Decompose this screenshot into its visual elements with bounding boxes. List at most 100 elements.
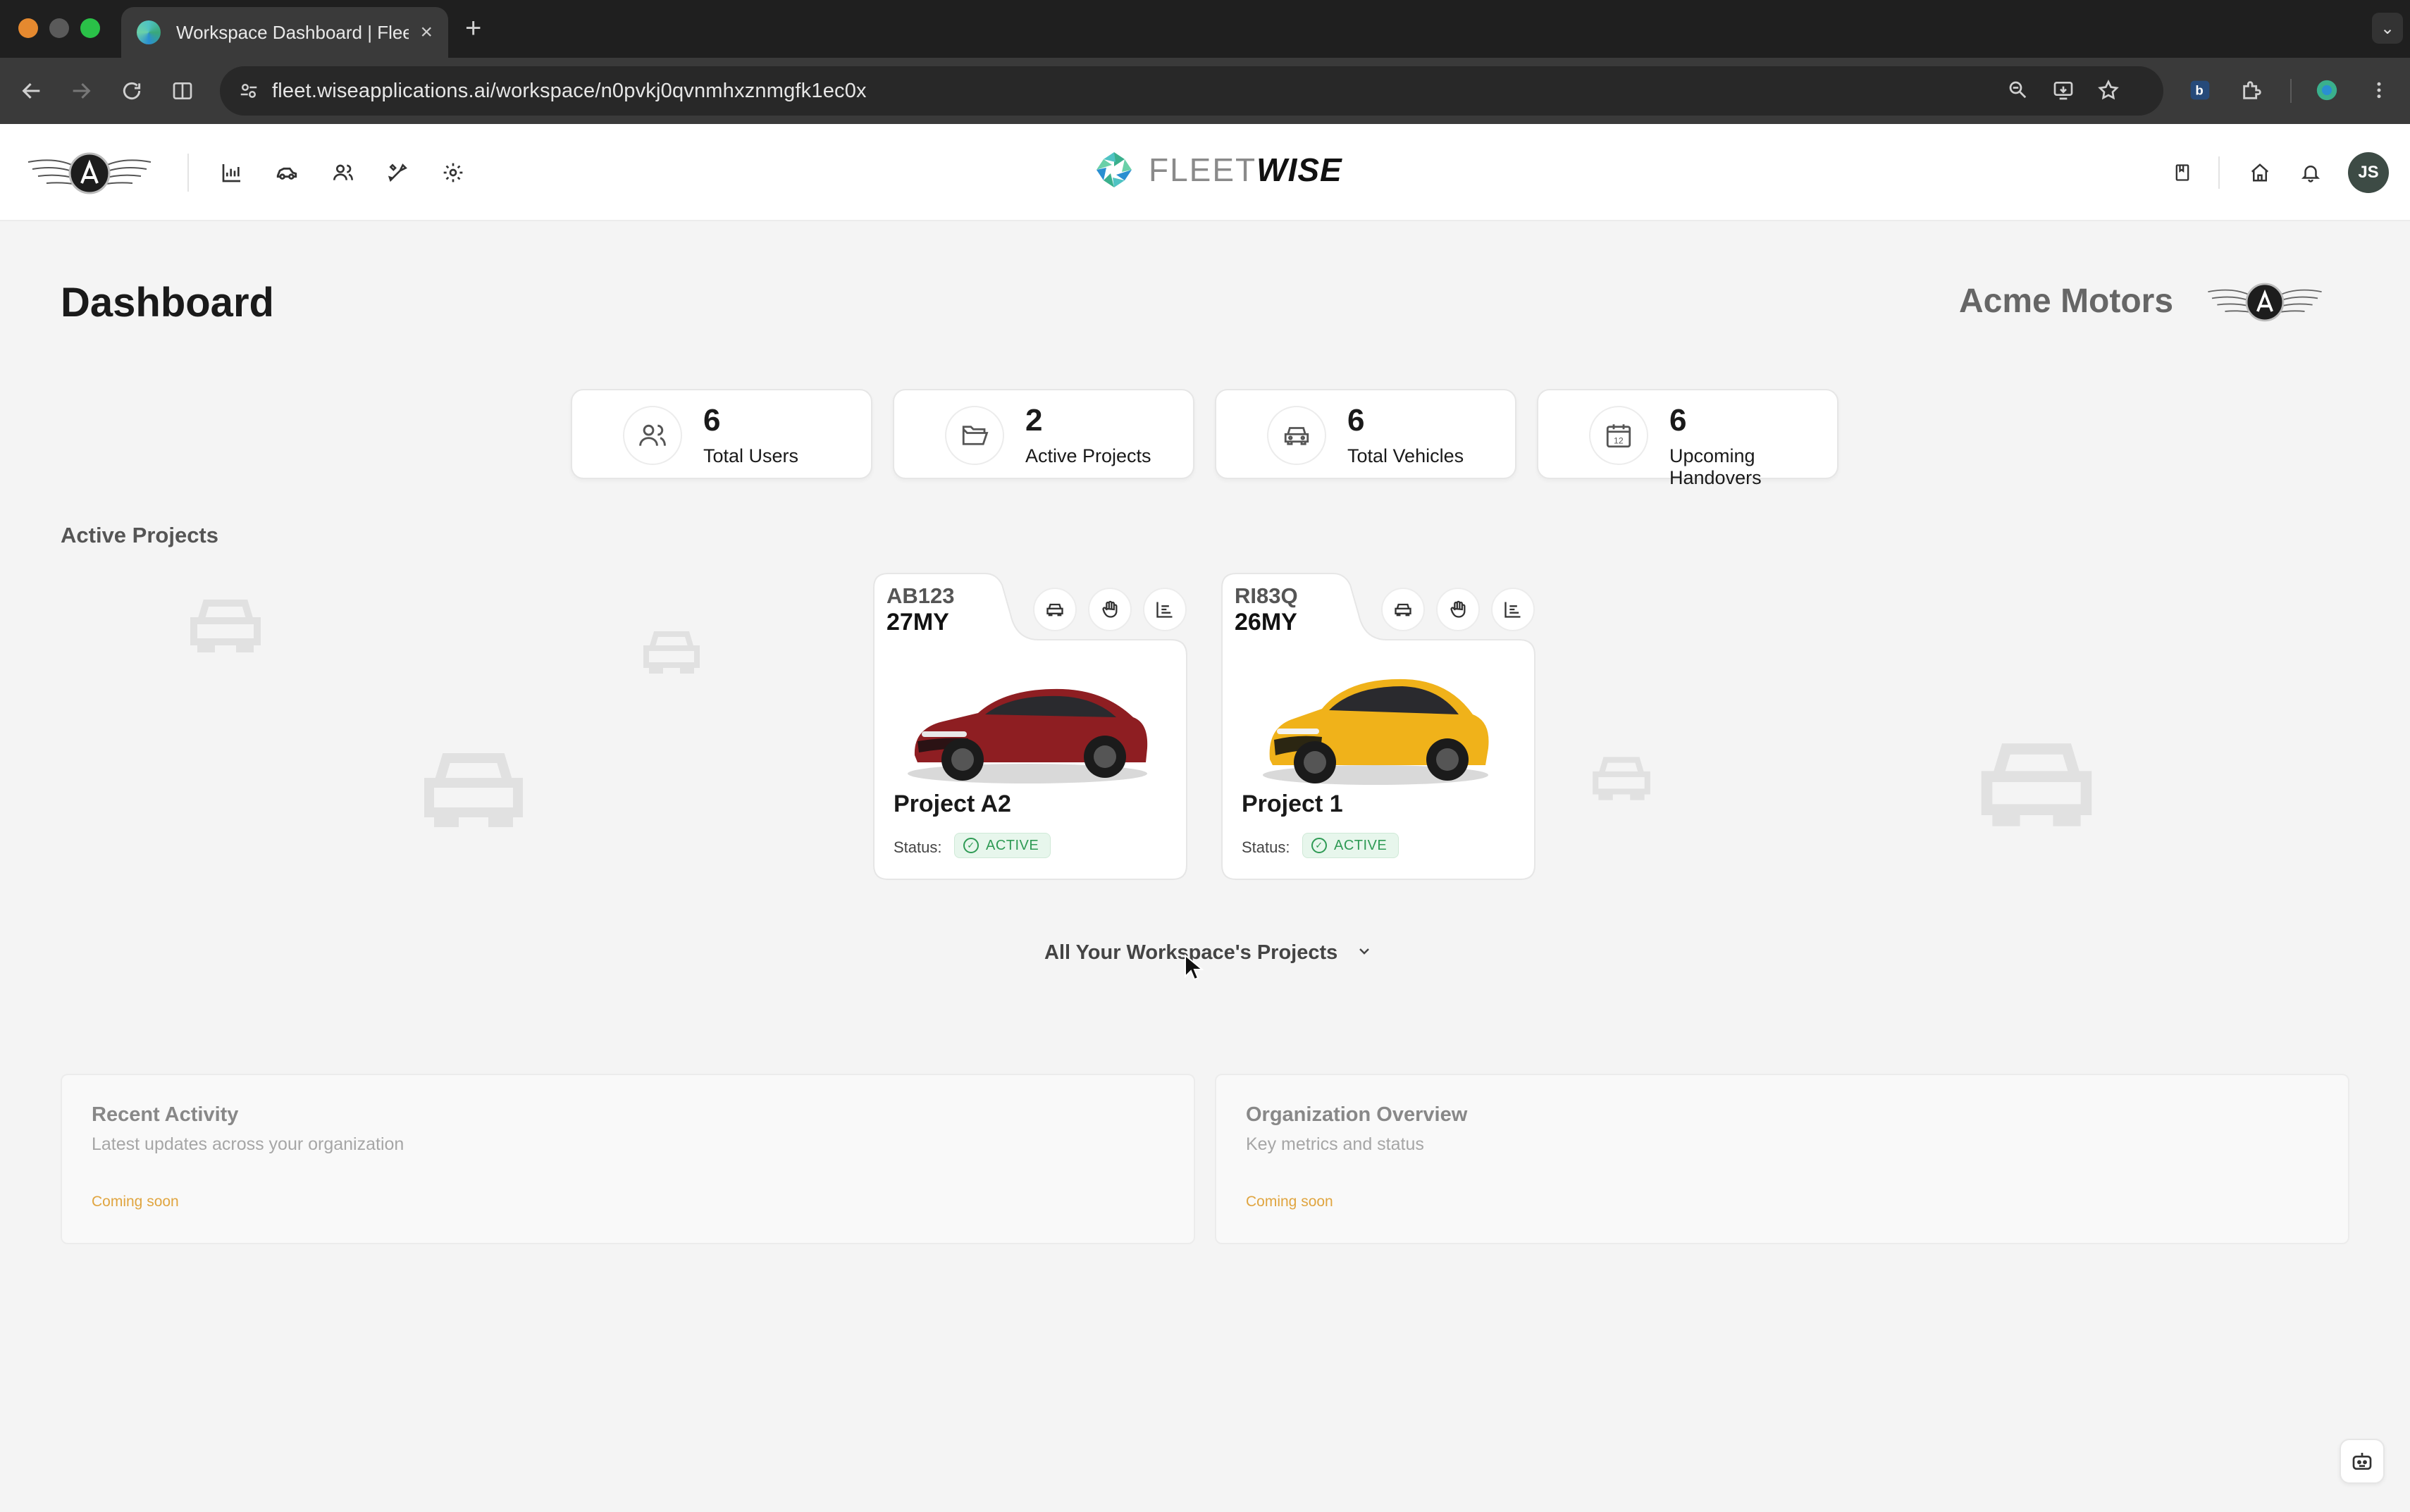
status-label: Status:	[894, 838, 942, 856]
home-icon[interactable]	[2244, 156, 2276, 189]
panel-title: Recent Activity	[92, 1103, 239, 1126]
profile-fleetwise-icon[interactable]	[2311, 75, 2342, 106]
tab-close-icon[interactable]: ×	[420, 20, 433, 44]
browser-menu-kebab-icon[interactable]	[2363, 75, 2394, 106]
page-title: Dashboard	[61, 280, 274, 326]
bot-icon	[2352, 1453, 2372, 1470]
stat-label: Total Users	[703, 445, 799, 466]
bookmark-star-icon[interactable]	[2097, 79, 2120, 107]
header-divider	[187, 154, 189, 192]
forward-arrow-icon[interactable]	[63, 73, 99, 109]
background-car-icon	[1593, 757, 1650, 800]
project-car-image	[1263, 678, 1489, 785]
organization-overview-panel: Organization Overview Key metrics and st…	[1215, 1074, 2349, 1244]
fleetwise-logo-icon	[1096, 152, 1132, 187]
assistant-bot-button[interactable]	[2340, 1439, 2385, 1484]
install-app-icon[interactable]	[2052, 79, 2075, 107]
users-icon	[623, 406, 682, 465]
check-circle-icon: ✓	[1311, 838, 1327, 853]
extensions-puzzle-icon[interactable]	[2237, 75, 2268, 106]
bell-icon[interactable]	[2294, 156, 2327, 189]
folder-icon	[945, 406, 1004, 465]
stat-card-active-projects[interactable]: 2 Active Projects	[893, 389, 1194, 479]
project-name: Project 1	[1242, 791, 1343, 817]
users-icon[interactable]	[327, 156, 359, 189]
window-maximize-button[interactable]	[80, 18, 100, 38]
user-avatar[interactable]: JS	[2348, 152, 2389, 193]
project-handover-button[interactable]	[1436, 588, 1480, 631]
stat-label: Upcoming Handovers	[1669, 445, 1762, 488]
window-close-button[interactable]	[18, 18, 38, 38]
project-vehicles-button[interactable]	[1381, 588, 1425, 631]
project-card-a2[interactable]: AB123 27MY Project A2 Status: ✓ ACTIVE	[872, 572, 1188, 881]
header-divider-right	[2218, 156, 2220, 189]
svg-text:12: 12	[1614, 435, 1624, 445]
stat-card-upcoming-handovers[interactable]: 12 6 Upcoming Handovers	[1537, 389, 1839, 488]
site-settings-icon[interactable]	[235, 78, 262, 104]
coming-soon-text: Coming soon	[1246, 1194, 1333, 1210]
browser-toolbar: fleet.wiseapplications.ai/workspace/n0pv…	[0, 58, 2410, 124]
status-badge: ✓ ACTIVE	[954, 833, 1051, 858]
stat-label: Total Vehicles	[1347, 445, 1464, 466]
stat-value: 2	[1025, 403, 1043, 438]
stat-card-total-users[interactable]: 6 Total Users	[571, 389, 872, 479]
brand-wise-text: WISE	[1256, 151, 1342, 188]
reload-icon[interactable]	[114, 73, 149, 109]
url-text[interactable]: fleet.wiseapplications.ai/workspace/n0pv…	[272, 80, 867, 103]
fleetwise-brand[interactable]: FLEET WISE	[1094, 149, 1342, 190]
calendar-icon: 12	[1589, 406, 1648, 465]
acme-wing-logo[interactable]	[23, 144, 156, 202]
status-value: ACTIVE	[986, 837, 1039, 853]
tab-search-chevron-icon[interactable]: ⌄	[2372, 13, 2403, 44]
chevron-down-icon	[1356, 943, 1373, 964]
browser-tab-bar: Workspace Dashboard | FleetWise × + ⌄	[0, 0, 2410, 58]
toolbar-divider	[2290, 79, 2292, 103]
project-model-year: 27MY	[886, 609, 949, 636]
project-reports-button[interactable]	[1143, 588, 1187, 631]
background-car-icon	[424, 753, 523, 827]
project-car-image	[908, 688, 1148, 783]
organization-name: Acme Motors	[1959, 283, 2174, 320]
address-bar[interactable]: fleet.wiseapplications.ai/workspace/n0pv…	[220, 66, 2163, 116]
stat-card-total-vehicles[interactable]: 6 Total Vehicles	[1215, 389, 1516, 479]
status-value: ACTIVE	[1334, 837, 1388, 853]
window-minimize-button[interactable]	[49, 18, 69, 38]
zoom-icon[interactable]	[2007, 79, 2028, 106]
fleetwise-favicon-icon	[137, 20, 161, 44]
browser-tab-active[interactable]: Workspace Dashboard | FleetWise ×	[121, 7, 448, 58]
mouse-pointer-icon	[1185, 954, 1204, 981]
background-car-icon	[643, 631, 700, 674]
panel-subtitle: Key metrics and status	[1246, 1134, 1424, 1154]
back-arrow-icon[interactable]	[14, 73, 49, 109]
project-name: Project A2	[894, 791, 1011, 817]
car-icon	[1267, 406, 1326, 465]
coming-soon-text: Coming soon	[92, 1194, 179, 1210]
extension-b-icon[interactable]: b	[2185, 75, 2216, 106]
check-circle-icon: ✓	[963, 838, 979, 853]
vehicle-icon[interactable]	[271, 156, 303, 189]
project-model-year: 26MY	[1235, 609, 1297, 636]
background-car-icon	[190, 600, 261, 652]
recent-activity-panel: Recent Activity Latest updates across yo…	[61, 1074, 1195, 1244]
project-code: AB123	[886, 583, 955, 608]
status-badge: ✓ ACTIVE	[1302, 833, 1399, 858]
settings-icon[interactable]	[437, 156, 469, 189]
tools-icon[interactable]	[382, 156, 414, 189]
status-label: Status:	[1242, 838, 1290, 856]
all-projects-toggle[interactable]: All Your Workspace's Projects	[1044, 941, 1373, 965]
project-handover-button[interactable]	[1088, 588, 1132, 631]
analytics-icon[interactable]	[216, 156, 248, 189]
stat-value: 6	[1669, 403, 1687, 438]
project-card-1[interactable]: RI83Q 26MY Project 1 Status: ✓ ACTIVE	[1221, 572, 1536, 881]
project-vehicles-button[interactable]	[1033, 588, 1077, 631]
new-tab-button[interactable]: +	[465, 13, 481, 44]
svg-text:b: b	[2195, 83, 2203, 98]
stat-value: 6	[1347, 403, 1365, 438]
active-projects-heading: Active Projects	[61, 523, 218, 547]
organization-logo	[2208, 283, 2322, 322]
brand-fleet-text: FLEET	[1149, 151, 1257, 188]
project-reports-button[interactable]	[1491, 588, 1535, 631]
bookmark-icon[interactable]	[2166, 156, 2199, 189]
stat-label: Active Projects	[1025, 445, 1151, 466]
split-view-icon[interactable]	[165, 73, 200, 109]
